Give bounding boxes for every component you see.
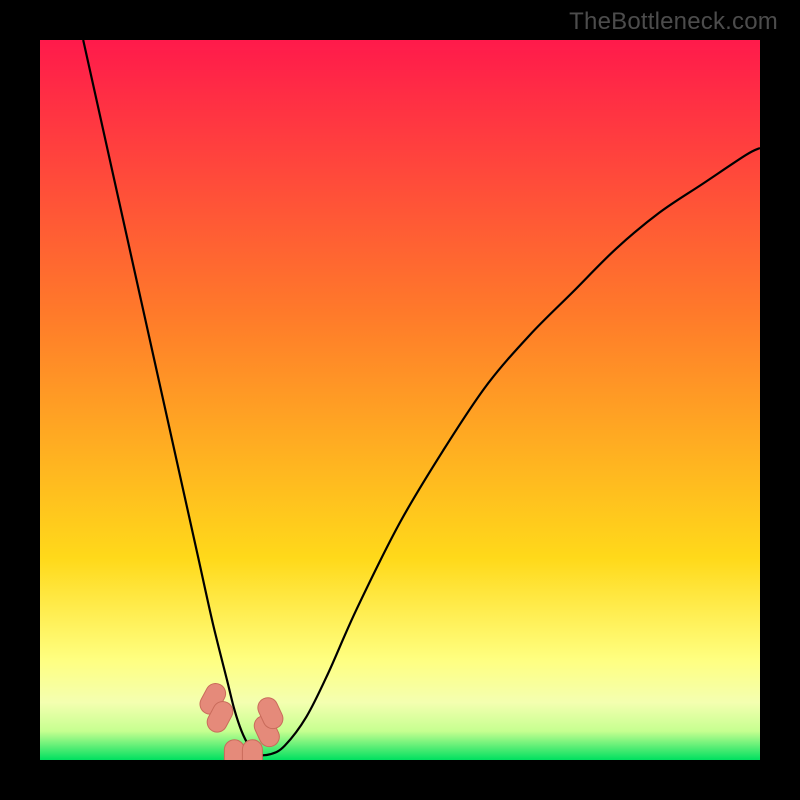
marker-pill [242, 740, 262, 760]
outer-frame: TheBottleneck.com [0, 0, 800, 800]
bottleneck-chart [40, 40, 760, 760]
plot-area [40, 40, 760, 760]
marker-pill [224, 740, 244, 760]
watermark-text: TheBottleneck.com [569, 8, 778, 36]
gradient-background [40, 40, 760, 760]
